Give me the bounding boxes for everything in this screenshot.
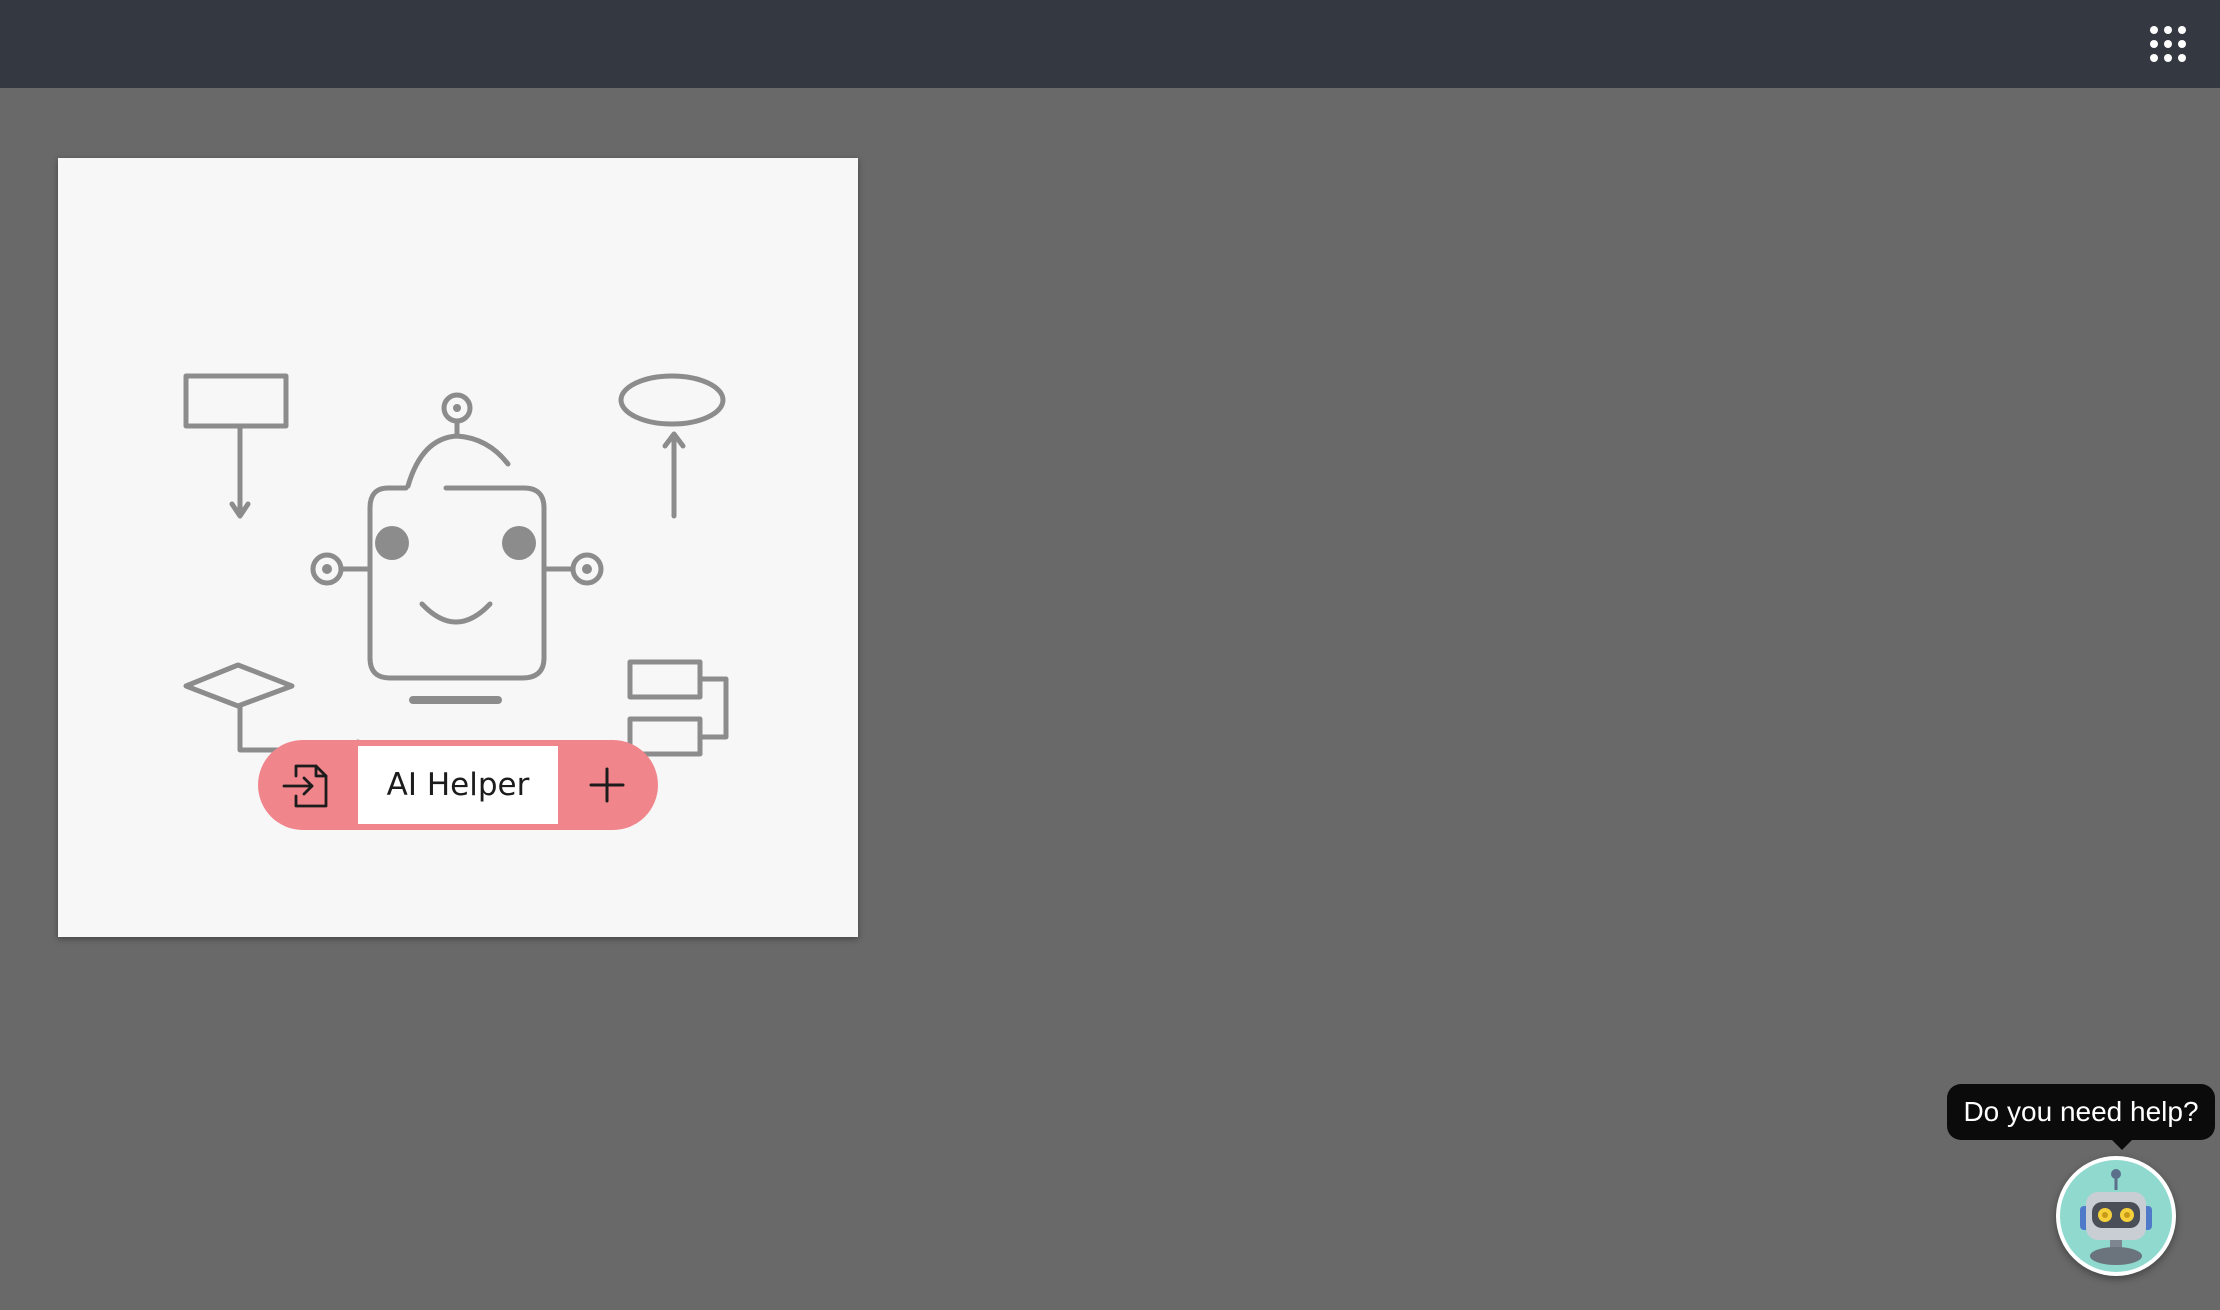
robot-avatar-icon xyxy=(2060,1160,2172,1272)
plus-icon[interactable] xyxy=(584,762,630,808)
ai-helper-action-pill: AI Helper xyxy=(258,740,658,830)
robot-illustration xyxy=(183,373,729,758)
apps-grid-icon[interactable] xyxy=(2146,22,2190,66)
top-bar xyxy=(0,0,2220,88)
assistant-bot-button[interactable] xyxy=(2056,1156,2176,1276)
help-tooltip: Do you need help? xyxy=(1947,1084,2215,1150)
ai-helper-card: AI Helper xyxy=(58,158,858,937)
file-import-icon[interactable] xyxy=(282,760,332,810)
ai-helper-label[interactable]: AI Helper xyxy=(358,746,558,824)
